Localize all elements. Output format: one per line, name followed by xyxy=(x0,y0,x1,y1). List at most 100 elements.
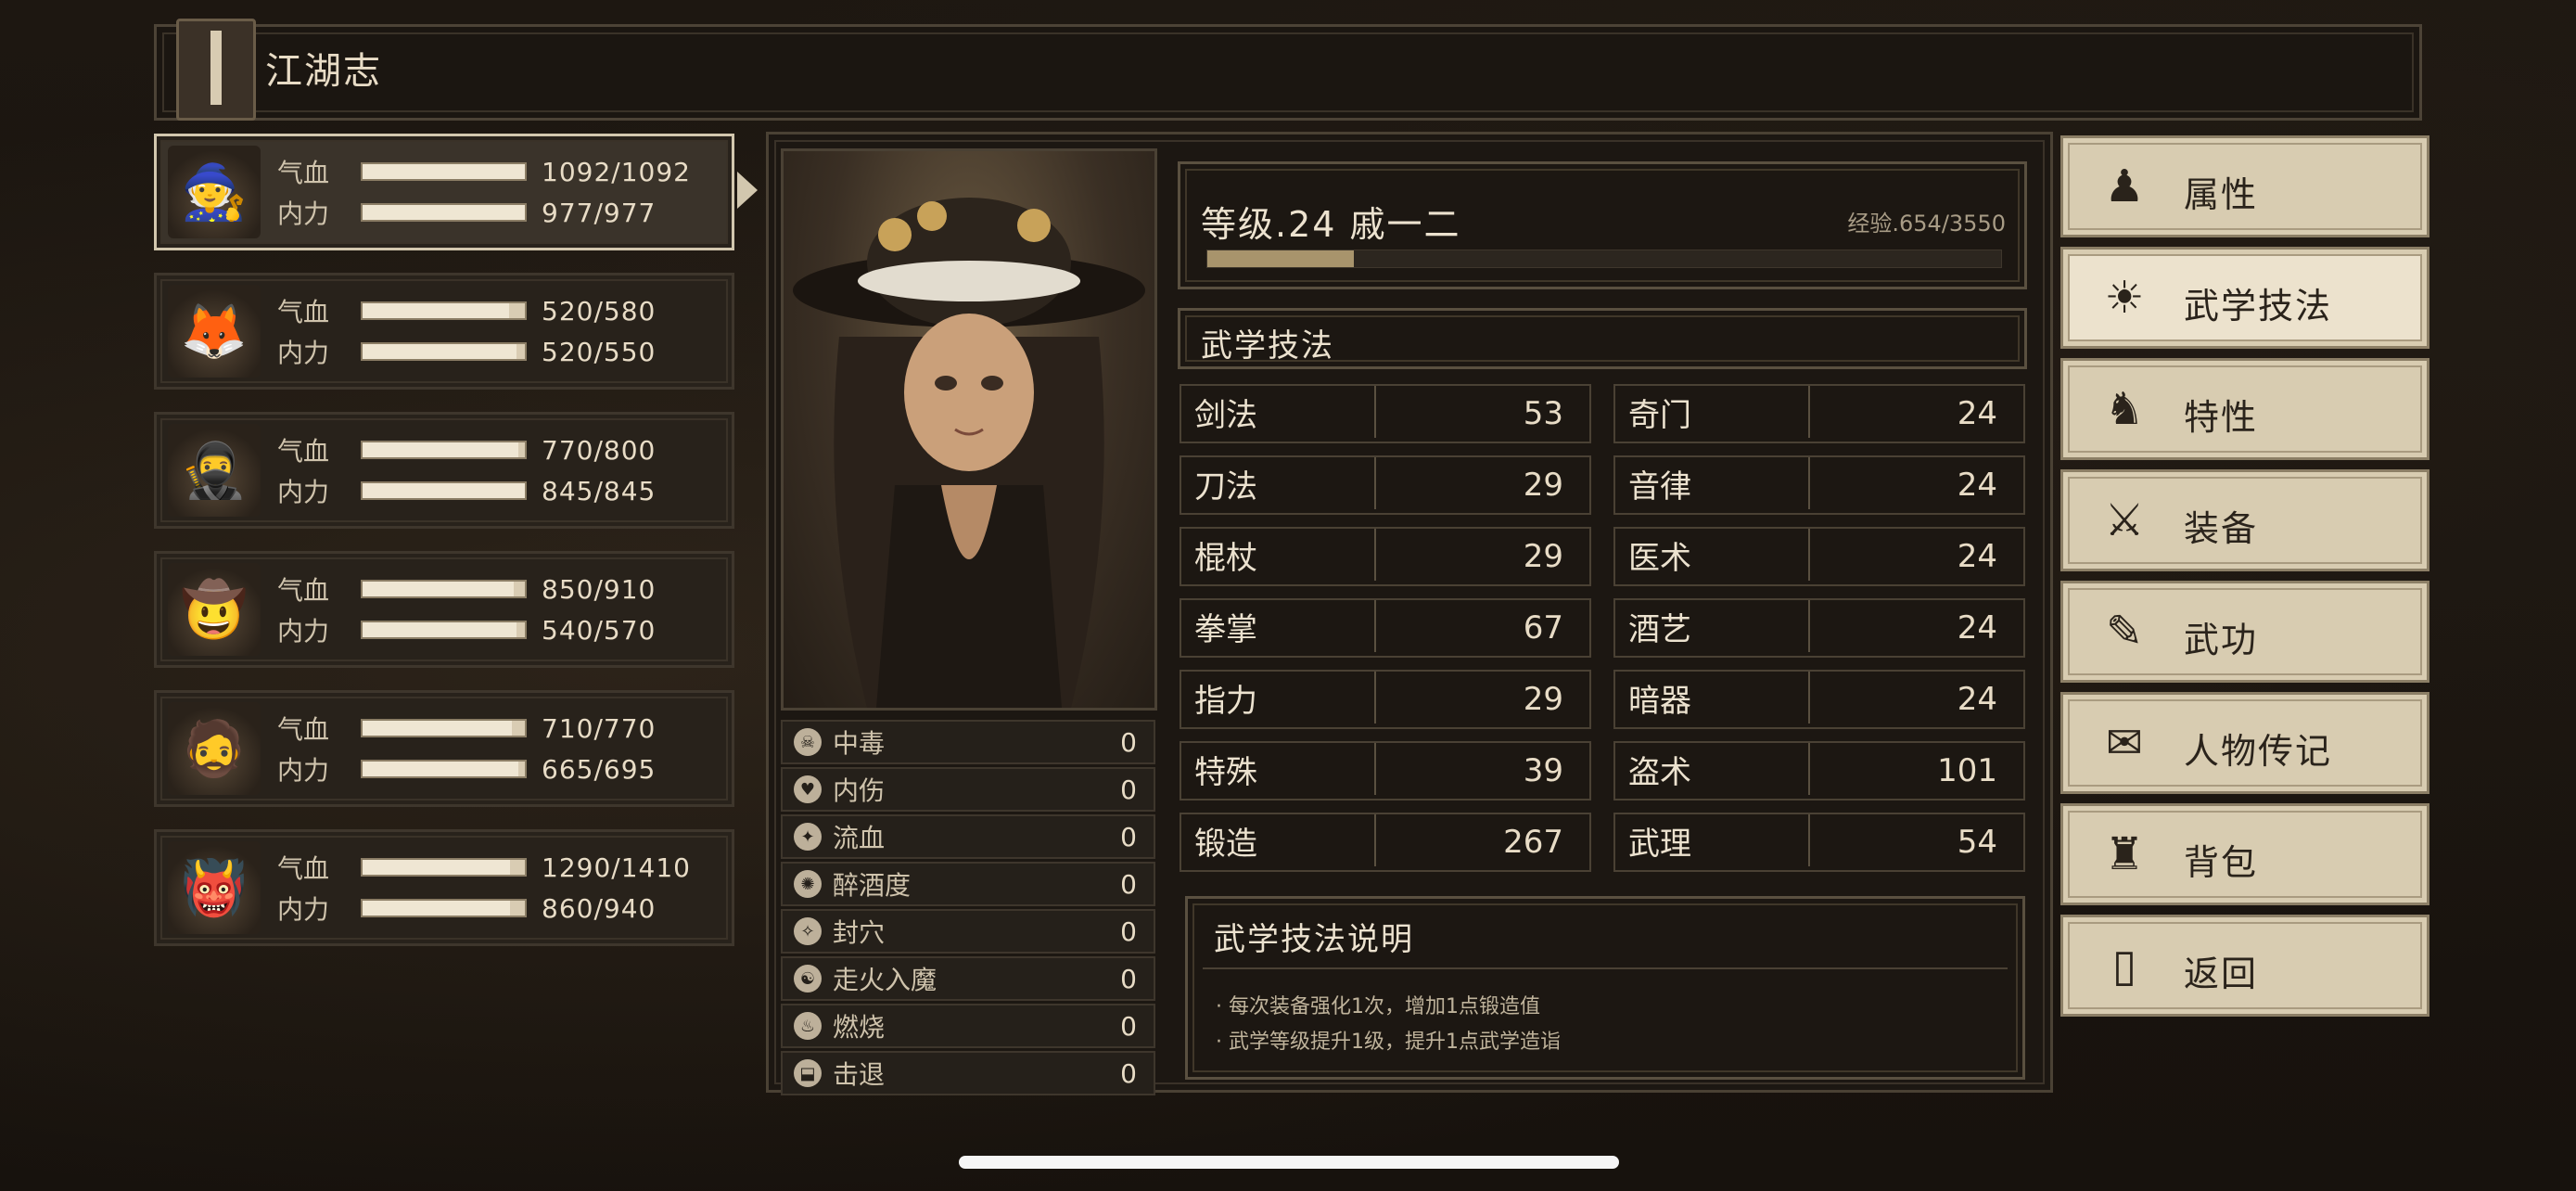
menu-button-6[interactable]: ✉ 人物传记 xyxy=(2060,692,2429,794)
status-value: 0 xyxy=(1120,774,1137,805)
party-member-card[interactable]: 🧙 气血 1092/1092 内力 977/977 xyxy=(154,134,758,250)
hp-label: 气血 xyxy=(277,158,330,188)
menu-button-2[interactable]: ☀ 武学技法 xyxy=(2060,247,2429,349)
skill-cell[interactable]: 指力 29 xyxy=(1180,670,1591,729)
status-row: ☯ 走火入魔 0 xyxy=(781,956,1155,1001)
skill-value: 29 xyxy=(1523,538,1563,575)
skill-value: 24 xyxy=(1957,609,1997,647)
skill-name: 暗器 xyxy=(1615,672,1810,724)
skill-cell[interactable]: 盗术 101 xyxy=(1613,741,2025,800)
hp-value: 770/800 xyxy=(542,434,657,466)
hp-row: 气血 520/580 xyxy=(277,292,656,329)
hp-row: 气血 850/910 xyxy=(277,570,656,608)
skill-value: 101 xyxy=(1937,752,1997,789)
mp-value: 540/570 xyxy=(542,614,657,646)
mp-bar-fill xyxy=(363,483,525,498)
drunk-icon: ✺ xyxy=(794,870,822,898)
party-member-card[interactable]: 🤠 气血 850/910 内力 540/570 xyxy=(154,551,734,668)
skill-cell[interactable]: 刀法 29 xyxy=(1180,455,1591,515)
skill-value: 24 xyxy=(1957,395,1997,432)
hp-label: 气血 xyxy=(277,714,330,745)
mp-bar xyxy=(361,899,527,917)
page-title: 江湖志 xyxy=(265,50,382,93)
mp-label: 内力 xyxy=(277,755,330,786)
hp-value: 1290/1410 xyxy=(542,852,691,883)
status-row: ♥ 内伤 0 xyxy=(781,767,1155,812)
hp-bar xyxy=(361,162,527,181)
hp-value: 1092/1092 xyxy=(542,156,691,187)
menu-button-7[interactable]: ♜ 背包 xyxy=(2060,803,2429,905)
mp-bar xyxy=(361,760,527,778)
martial-skill-icon: ☀ xyxy=(2104,272,2145,324)
mp-row: 内力 540/570 xyxy=(277,611,656,648)
status-name: 内伤 xyxy=(833,775,886,806)
status-row: ⬓ 击退 0 xyxy=(781,1051,1155,1095)
skill-cell[interactable]: 暗器 24 xyxy=(1613,670,2025,729)
hp-bar xyxy=(361,580,527,598)
skill-cell[interactable]: 特殊 39 xyxy=(1180,741,1591,800)
menu-button-8[interactable]: ▯ 返回 xyxy=(2060,915,2429,1017)
skill-name: 指力 xyxy=(1181,672,1376,724)
skill-name: 武理 xyxy=(1615,814,1810,866)
status-row: ✧ 封穴 0 xyxy=(781,909,1155,954)
party-member-card[interactable]: 🦊 气血 520/580 内力 520/550 xyxy=(154,273,734,390)
menu-button-label: 返回 xyxy=(2184,954,2259,994)
hp-value: 710/770 xyxy=(542,712,657,744)
skill-cell[interactable]: 音律 24 xyxy=(1613,455,2025,515)
status-value: 0 xyxy=(1120,1057,1137,1089)
skill-cell[interactable]: 酒艺 24 xyxy=(1613,598,2025,658)
skill-name: 音律 xyxy=(1615,457,1810,509)
bleed-icon: ✦ xyxy=(794,823,822,851)
mp-row: 内力 845/845 xyxy=(277,472,656,509)
skill-value: 53 xyxy=(1523,395,1563,432)
skill-cell[interactable]: 拳掌 67 xyxy=(1180,598,1591,658)
status-value: 0 xyxy=(1120,868,1137,900)
menu-button-1[interactable]: ♟ 属性 xyxy=(2060,135,2429,237)
skill-value: 54 xyxy=(1957,824,1997,861)
menu-button-label: 特性 xyxy=(2184,397,2259,438)
skill-cell[interactable]: 剑法 53 xyxy=(1180,384,1591,443)
party-member-card[interactable]: 🧔 气血 710/770 内力 665/695 xyxy=(154,690,734,807)
selected-arrow-icon xyxy=(737,172,758,209)
home-indicator[interactable] xyxy=(959,1156,1619,1169)
skill-value: 29 xyxy=(1523,681,1563,718)
mp-bar-fill xyxy=(363,762,518,776)
skill-cell[interactable]: 医术 24 xyxy=(1613,527,2025,586)
status-name: 封穴 xyxy=(833,917,886,948)
skill-cell[interactable]: 武理 54 xyxy=(1613,813,2025,872)
skill-value: 24 xyxy=(1957,538,1997,575)
mp-bar xyxy=(361,203,527,222)
knockback-icon: ⬓ xyxy=(794,1059,822,1087)
skill-cell[interactable]: 锻造 267 xyxy=(1180,813,1591,872)
skill-cell[interactable]: 棍杖 29 xyxy=(1180,527,1591,586)
menu-button-3[interactable]: ♞ 特性 xyxy=(2060,358,2429,460)
mp-row: 内力 665/695 xyxy=(277,750,656,788)
status-value: 0 xyxy=(1120,1010,1137,1042)
hp-bar-fill xyxy=(363,860,511,875)
mp-value: 520/550 xyxy=(542,336,657,367)
hp-value: 850/910 xyxy=(542,573,657,605)
trait-icon: ♞ xyxy=(2104,383,2145,435)
character-portrait xyxy=(781,148,1157,711)
party-member-card[interactable]: 🥷 气血 770/800 内力 845/845 xyxy=(154,412,734,529)
skill-value: 29 xyxy=(1523,467,1563,504)
level-box: 等级.24 戚一二 经验.654/3550 xyxy=(1178,161,2027,289)
mp-value: 860/940 xyxy=(542,892,657,924)
mp-row: 内力 520/550 xyxy=(277,333,656,370)
status-row: ♨ 燃烧 0 xyxy=(781,1004,1155,1048)
hp-bar-fill xyxy=(363,721,512,736)
skill-value: 24 xyxy=(1957,681,1997,718)
party-member-card[interactable]: 👹 气血 1290/1410 内力 860/940 xyxy=(154,829,734,946)
skill-cell[interactable]: 奇门 24 xyxy=(1613,384,2025,443)
status-value: 0 xyxy=(1120,821,1137,852)
hp-row: 气血 770/800 xyxy=(277,431,656,468)
skill-value: 39 xyxy=(1523,752,1563,789)
menu-button-4[interactable]: ⚔ 装备 xyxy=(2060,469,2429,571)
qi-deviation-icon: ☯ xyxy=(794,965,822,992)
title-bar xyxy=(154,24,2422,121)
menu-button-label: 武学技法 xyxy=(2184,286,2333,327)
hp-row: 气血 1092/1092 xyxy=(277,153,691,190)
hp-bar-fill xyxy=(363,442,518,457)
status-name: 流血 xyxy=(833,823,886,853)
menu-button-5[interactable]: ✎ 武功 xyxy=(2060,581,2429,683)
